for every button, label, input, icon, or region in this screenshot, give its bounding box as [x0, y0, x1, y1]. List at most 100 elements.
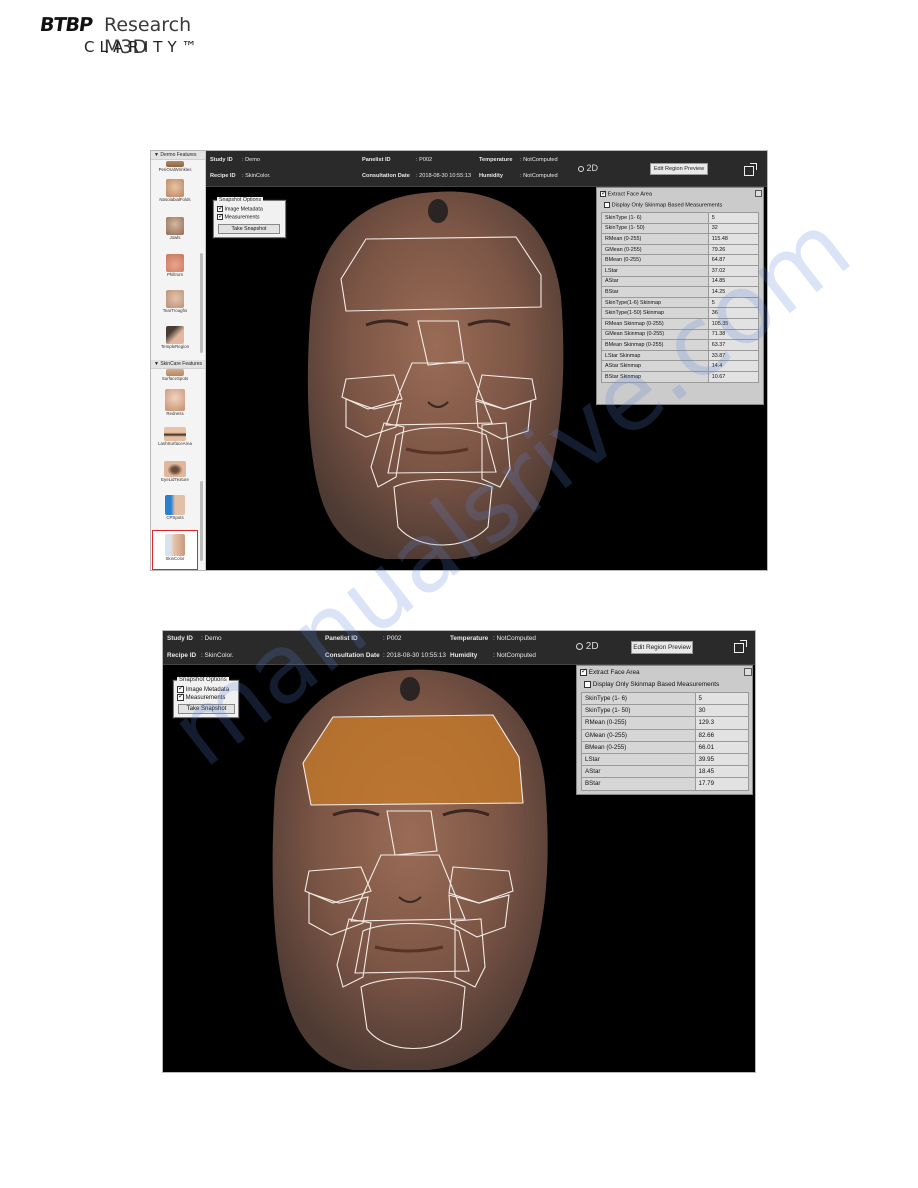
study-id-value: : Demo: [242, 157, 261, 163]
temperature-label: Temperature: [479, 157, 513, 163]
image-metadata-checkbox[interactable]: [177, 685, 184, 693]
view-2d-radio[interactable]: 2D: [578, 163, 598, 173]
radio-circle-icon: [576, 642, 583, 650]
take-snapshot-button[interactable]: Take Snapshot: [218, 224, 280, 234]
measurement-name: GMean (0-255): [581, 728, 696, 742]
edit-region-preview-button[interactable]: Edit Region Preview: [650, 163, 708, 175]
screenshot-skincolor-forehead: Study ID : Demo Recipe ID : SkinColor. P…: [162, 630, 756, 1073]
measurement-value: 14.85: [707, 275, 760, 288]
panelist-id-value: : P002: [383, 635, 402, 642]
dermo-features-header[interactable]: ▼ Dermo Features: [151, 151, 205, 160]
measurement-row: SkinType (1- 6) 5: [601, 212, 760, 224]
sidebar-item-redness[interactable]: Redness: [153, 389, 197, 417]
measurement-name: AStar Skinmap: [601, 360, 709, 372]
measurement-name: AStar: [581, 765, 696, 779]
measurement-row: GMean (0-255) 82.66: [581, 728, 750, 742]
measurement-value: 82.66: [694, 728, 750, 742]
measurement-name: BMean (0-255): [581, 740, 696, 754]
sidebar-item-surface-spots[interactable]: SurfaceSpots: [153, 369, 197, 382]
measurement-name: BMean (0-255): [601, 254, 709, 266]
measurements-option[interactable]: Measurements: [217, 213, 260, 220]
measurement-row: SkinType(1-50) Skinmap 36: [601, 307, 760, 319]
temperature-value: : NotComputed: [520, 157, 558, 163]
measurement-value: 18.45: [694, 765, 750, 779]
sidebar-item-tear-troughs[interactable]: TearTroughs: [153, 290, 197, 314]
measurement-value: 36: [707, 307, 760, 319]
measurement-name: AStar: [601, 275, 709, 288]
sidebar-item-perioral-wrinkles[interactable]: PeriOralWrinkles: [153, 161, 197, 173]
sidebar-item-philtrum[interactable]: Philtrum: [153, 254, 197, 278]
skincare-features-header[interactable]: ▼ SkinCare Features: [151, 360, 205, 369]
tear-troughs-thumbnail: [166, 290, 184, 308]
face-surface: [307, 191, 564, 559]
measurement-name: GMean (0-255): [601, 243, 709, 256]
measurement-value: 66.01: [694, 740, 750, 754]
recipe-id-label: Recipe ID: [210, 173, 236, 179]
measurement-value: 71.38: [707, 328, 760, 341]
measurements-checkbox[interactable]: [217, 213, 224, 220]
image-metadata-option[interactable]: Image Metadata: [177, 685, 229, 693]
measurement-row: AStar 18.45: [581, 765, 750, 779]
display-only-skinmap-option[interactable]: Display Only Skinmap Based Measurements: [604, 202, 722, 208]
measurement-row: AStar 14.85: [601, 275, 760, 288]
skincare-scrollbar[interactable]: [200, 481, 203, 561]
snapshot-options-title: Snapshot Options: [217, 197, 264, 203]
display-only-skinmap-checkbox[interactable]: [584, 681, 591, 688]
brand-logo: BTBP Research M3D CLARITY™: [38, 10, 240, 58]
measurement-name: SkinType (1- 50): [581, 704, 696, 718]
recipe-id-label: Recipe ID: [167, 652, 197, 659]
popout-window-icon[interactable]: [734, 640, 747, 653]
measurement-value: 17.79: [694, 777, 750, 791]
sidebar-item-temple-region[interactable]: TempleRegion: [153, 326, 197, 350]
sidebar-item-skin-color[interactable]: SkinColor: [152, 530, 198, 570]
sidebar-item-lash-surface-area[interactable]: LashSurfaceArea: [153, 427, 197, 447]
sidebar-item-jowls[interactable]: Jowls: [153, 217, 197, 241]
face-viewport[interactable]: Snapshot Options Image Metadata Measurem…: [206, 187, 767, 570]
popout-window-icon[interactable]: [744, 163, 757, 176]
sidebar-item-nasolabial-folds[interactable]: NasolabialFolds: [153, 179, 197, 203]
display-only-skinmap-option[interactable]: Display Only Skinmap Based Measurements: [584, 681, 719, 688]
temperature-value: : NotComputed: [493, 635, 536, 642]
panelist-id-label: Panelist ID: [362, 157, 391, 163]
view-2d-radio[interactable]: 2D: [576, 641, 599, 652]
measurement-row: LStar 39.95: [581, 752, 750, 767]
measurement-row: BStar Skinmap 10.67: [601, 370, 760, 383]
dermo-scrollbar[interactable]: [200, 253, 203, 353]
cp-spots-thumbnail: [165, 495, 185, 515]
measurement-row: BMean Skinmap (0-255) 63.37: [601, 339, 760, 351]
measurement-value: 32: [707, 222, 760, 235]
measurements-option[interactable]: Measurements: [177, 693, 225, 701]
extract-face-area-checkbox[interactable]: [600, 190, 607, 197]
extract-face-area-option[interactable]: Extract Face Area: [600, 190, 652, 197]
take-snapshot-button[interactable]: Take Snapshot: [178, 704, 235, 714]
logo-clarity-text: CLARITY™: [84, 38, 202, 56]
extract-face-area-checkbox[interactable]: [580, 668, 587, 676]
sidebar-item-cp-spots[interactable]: CPSpots: [153, 495, 197, 521]
measurements-table: SkinType (1- 6) 5 SkinType (1- 50) 30 RMean …: [581, 691, 750, 791]
image-metadata-checkbox[interactable]: [217, 205, 224, 212]
sidebar-item-eyelid-texture[interactable]: EyeLidTexture: [153, 461, 197, 483]
measurement-row: GMean (0-255) 79.26: [601, 243, 760, 256]
measurement-value: 14.4: [707, 360, 760, 372]
measurement-name: RMean Skinmap (0-255): [601, 317, 709, 330]
display-only-skinmap-checkbox[interactable]: [604, 202, 610, 208]
measurements-checkbox[interactable]: [177, 693, 184, 701]
measurement-value: 115.48: [707, 233, 760, 245]
measurement-row: RMean (0-255) 115.48: [601, 233, 760, 245]
extract-face-area-option[interactable]: Extract Face Area: [580, 668, 640, 676]
snapshot-options-title: Snapshot Options: [177, 677, 229, 683]
face-viewport[interactable]: Snapshot Options Image Metadata Measurem…: [163, 665, 755, 1072]
btbp-logo-mark: BTBP: [38, 14, 94, 36]
temple-region-thumbnail: [166, 326, 184, 344]
measurement-row: SkinType (1- 50) 30: [581, 704, 750, 718]
panel-restore-icon[interactable]: [755, 190, 762, 197]
measurement-row: BMean (0-255) 66.01: [581, 740, 750, 754]
panel-restore-icon[interactable]: [744, 668, 752, 676]
measurements-panel: Extract Face Area Display Only Skinmap B…: [576, 665, 753, 795]
measurement-name: SkinType (1- 6): [601, 212, 709, 224]
image-metadata-option[interactable]: Image Metadata: [217, 205, 263, 212]
measurement-value: 105.35: [707, 317, 760, 330]
edit-region-preview-button[interactable]: Edit Region Preview: [631, 641, 693, 654]
measurement-value: 129.3: [694, 716, 750, 730]
feature-sidebar: ▼ Dermo Features PeriOralWrinkles Nasola…: [151, 151, 206, 570]
